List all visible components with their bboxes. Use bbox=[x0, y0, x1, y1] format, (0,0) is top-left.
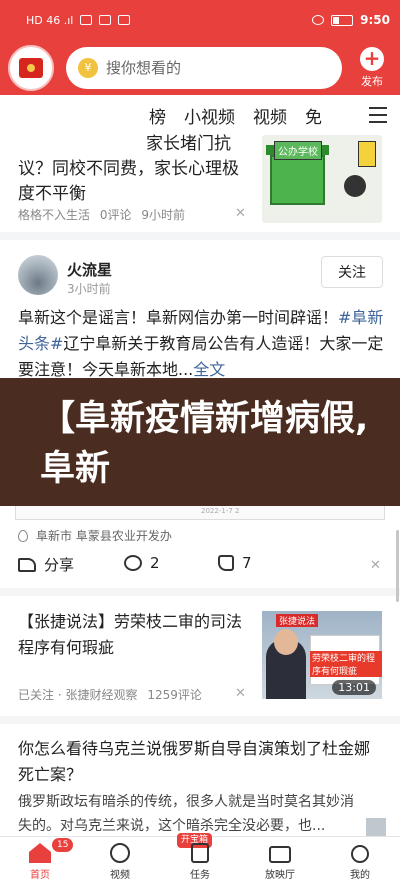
post-text-start: 阜新这个是谣言！阜新网信办第一时间辟谣！ bbox=[18, 308, 339, 327]
wifi-icon bbox=[80, 15, 93, 25]
publish-label: 发布 bbox=[361, 74, 383, 88]
like-button[interactable]: 7 bbox=[218, 554, 252, 572]
article-card-1[interactable]: 家长堵门抗 议？同校不同费，家长心理极度不平衡 格格不入生活 0评论 9小时前 … bbox=[0, 130, 400, 230]
publish-button[interactable]: + 发布 bbox=[352, 46, 392, 89]
tv-icon bbox=[269, 846, 291, 863]
nav-me-label: 我的 bbox=[350, 870, 370, 881]
nav-home[interactable]: 15 首页 bbox=[0, 837, 80, 884]
nav-video-label: 视频 bbox=[110, 870, 130, 881]
app-notification-icon-2 bbox=[118, 15, 131, 25]
nav-home-label: 首页 bbox=[30, 870, 50, 881]
user-icon bbox=[351, 845, 369, 863]
comment-icon bbox=[124, 555, 142, 571]
avatar[interactable] bbox=[18, 255, 58, 295]
post-actions: 分享 2 7 ✕ bbox=[0, 552, 400, 580]
plus-icon: + bbox=[360, 46, 384, 71]
tabs-fade-overlay bbox=[0, 95, 140, 135]
location-tag[interactable]: 阜新市 阜蒙县农业开发办 bbox=[18, 527, 172, 544]
nav-tasks-label: 任务 bbox=[190, 870, 210, 881]
post-image-footer: 2022-1-7 2 bbox=[201, 507, 240, 515]
menu-icon[interactable] bbox=[356, 95, 400, 135]
share-icon bbox=[18, 557, 36, 572]
comment-button[interactable]: 2 bbox=[124, 554, 160, 572]
tab-free[interactable]: 免 bbox=[296, 103, 331, 128]
share-label: 分享 bbox=[44, 556, 75, 574]
article-thumbnail: 公办学校 bbox=[262, 135, 382, 223]
alarm-icon bbox=[312, 15, 325, 25]
follow-button[interactable]: 关注 bbox=[321, 256, 383, 288]
thumb-label: 公办学校 bbox=[274, 141, 322, 160]
article-meta: 格格不入生活 0评论 9小时前 bbox=[18, 206, 191, 223]
article-snippet[interactable]: 俄罗斯政坛有暗杀的传统，很多人就是当时莫名其妙消失的。对乌克兰来说，这个暗杀完全… bbox=[18, 790, 358, 838]
post-image-frame[interactable]: 2022-1-7 2 bbox=[15, 506, 385, 520]
article-title: 家长堵门抗 议？同校不同费，家长心理极度不平衡 bbox=[18, 134, 239, 204]
dismiss-icon[interactable]: ✕ bbox=[235, 686, 246, 701]
feed-divider bbox=[0, 716, 400, 724]
overlay-banner: 【阜新疫情新增病假,阜新 bbox=[0, 378, 400, 506]
nav-me[interactable]: 我的 bbox=[320, 837, 400, 884]
article-meta: 已关注 · 张捷财经观察 1259评论 bbox=[18, 688, 202, 702]
article-title[interactable]: 你怎么看待乌克兰说俄罗斯自导自演策划了杜金娜死亡案？ bbox=[18, 736, 384, 788]
task-icon bbox=[191, 843, 209, 863]
search-placeholder: 搜你想看的 bbox=[106, 59, 182, 77]
feed-divider bbox=[0, 232, 400, 240]
play-icon bbox=[110, 843, 130, 863]
tab-video[interactable]: 视频 bbox=[244, 103, 296, 128]
post-author[interactable]: 火流星 bbox=[67, 259, 112, 280]
location-pin-icon bbox=[18, 529, 28, 542]
hammer-graphic bbox=[344, 175, 366, 197]
feed-divider bbox=[0, 588, 400, 596]
article-time: 9小时前 bbox=[141, 208, 185, 222]
battery-icon bbox=[331, 14, 354, 26]
comment-count: 2 bbox=[150, 554, 160, 572]
full-text-link[interactable]: 全文 bbox=[193, 360, 225, 379]
location-text: 阜新市 阜蒙县农业开发办 bbox=[36, 529, 172, 543]
nav-cinema[interactable]: 放映厅 bbox=[240, 837, 320, 884]
nav-cinema-label: 放映厅 bbox=[265, 870, 295, 881]
post-text[interactable]: 阜新这个是谣言！阜新网信办第一时间辟谣！#阜新头条#辽宁阜新关于教育局公告有人造… bbox=[18, 305, 384, 383]
dismiss-icon[interactable]: ✕ bbox=[235, 206, 246, 221]
school-building-graphic bbox=[266, 145, 329, 205]
thumb-banner: 张捷说法 bbox=[276, 614, 319, 627]
envelope-graphic bbox=[19, 57, 43, 78]
article-title[interactable]: 【张捷说法】劳荣枝二审的司法程序有何瑕疵 bbox=[18, 609, 248, 661]
article-comments: 0评论 bbox=[99, 208, 132, 222]
signal-indicator: HD 46 .ıl bbox=[26, 13, 74, 27]
video-thumbnail[interactable]: 张捷说法 劳荣枝二审的程序有何瑕疵 13:01 bbox=[262, 611, 382, 699]
bottom-nav: 15 首页 视频 开宝箱 任务 放映厅 我的 bbox=[0, 833, 400, 884]
article-source: 格格不入生活 bbox=[18, 208, 91, 222]
scrollbar[interactable] bbox=[396, 530, 399, 602]
thumbs-up-icon bbox=[218, 555, 234, 571]
tab-short-video[interactable]: 小视频 bbox=[175, 103, 244, 128]
tab-ranking[interactable]: 榜 bbox=[140, 103, 175, 128]
status-right: 9:50 bbox=[312, 13, 390, 27]
nav-tasks[interactable]: 开宝箱 任务 bbox=[160, 833, 240, 884]
red-envelope-icon[interactable] bbox=[8, 44, 54, 91]
article-comments: 1259评论 bbox=[147, 688, 202, 702]
status-time: 9:50 bbox=[360, 13, 390, 27]
channel-tabs: 榜 小视频 视频 免 bbox=[0, 95, 400, 135]
status-left: HD 46 .ıl bbox=[26, 13, 131, 27]
thumb-caption: 劳荣枝二审的程序有何瑕疵 bbox=[310, 651, 382, 677]
app-header: ¥ 搜你想看的 + 发布 bbox=[0, 40, 400, 95]
dismiss-icon[interactable]: ✕ bbox=[370, 558, 381, 573]
home-badge: 15 bbox=[52, 838, 74, 852]
video-duration: 13:01 bbox=[332, 680, 376, 695]
nav-video[interactable]: 视频 bbox=[80, 837, 160, 884]
app-notification-icon bbox=[99, 15, 112, 25]
presenter-face bbox=[274, 629, 298, 655]
like-count: 7 bbox=[242, 554, 252, 572]
home-icon bbox=[29, 843, 51, 863]
followed-label: 已关注 bbox=[18, 688, 55, 702]
status-bar: HD 46 .ıl 9:50 bbox=[0, 0, 400, 40]
coin-icon: ¥ bbox=[78, 57, 98, 78]
article-source: 张捷财经观察 bbox=[65, 688, 138, 702]
share-button[interactable]: 分享 bbox=[18, 554, 74, 575]
search-input[interactable]: ¥ 搜你想看的 bbox=[66, 46, 342, 89]
sign-graphic bbox=[358, 141, 376, 167]
post-time: 3小时前 bbox=[67, 282, 111, 296]
